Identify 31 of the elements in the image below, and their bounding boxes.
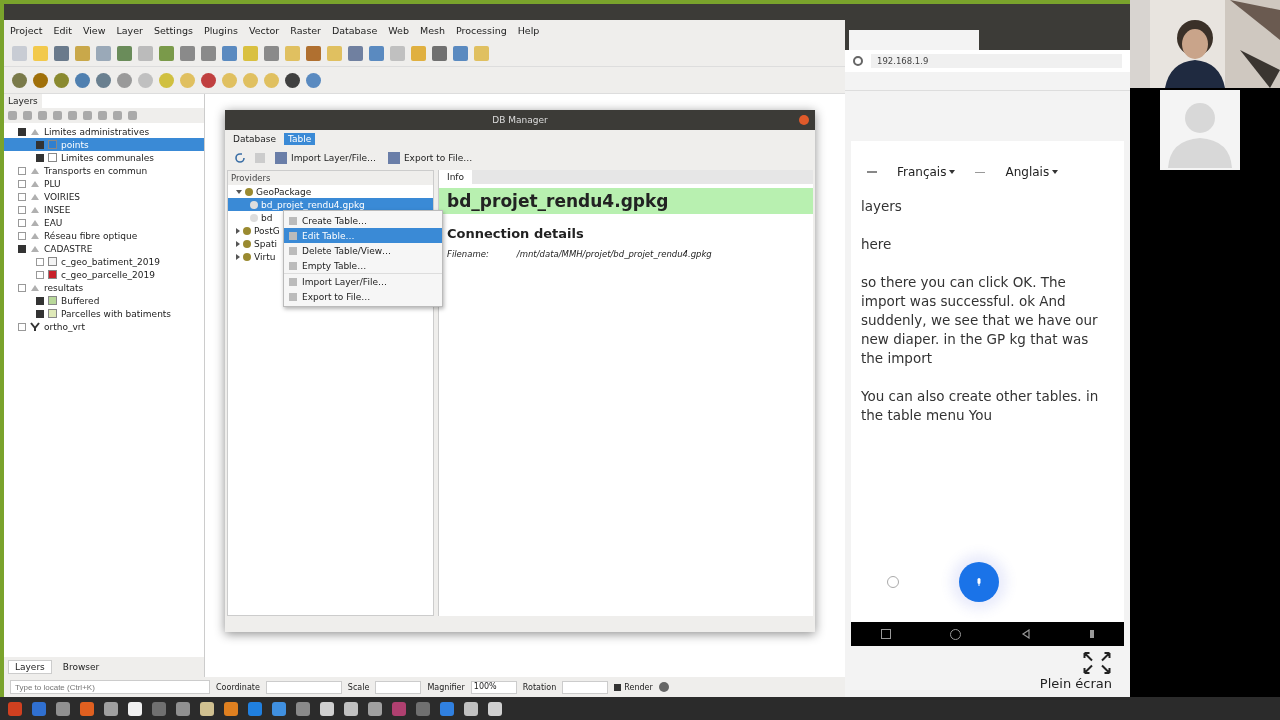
status-label: Magnifier: [427, 682, 465, 692]
layer-label: PLU: [44, 178, 61, 189]
layer-label: Limites communales: [61, 152, 155, 163]
window-title: DB Manager: [492, 115, 548, 125]
status-label: Rotation: [522, 682, 557, 692]
status-label: Coordinate: [216, 682, 260, 692]
panel-label: Providers: [228, 171, 433, 185]
layer-label: Buffered: [61, 295, 100, 306]
info-heading: bd_projet_rendu4.gpkg: [439, 188, 813, 214]
layer-label: points: [61, 139, 89, 150]
layer-label: CADASTRE: [44, 243, 93, 254]
layer-label: Limites administratives: [44, 126, 150, 137]
transcript-text: so there you can click OK. The import was successful. ok And suddenly, we see that we have our new diaper. in the GP kg that was the import: [861, 273, 1099, 368]
layer-label: Réseau fibre optique: [44, 230, 138, 241]
layer-label: VOIRIES: [44, 191, 81, 202]
status-label: Scale: [347, 682, 370, 692]
transcript-text: here: [861, 235, 893, 254]
panel-title: Layers: [4, 94, 42, 108]
layer-label: c_geo_parcelle_2019: [61, 269, 155, 280]
layer-label: EAU: [44, 217, 63, 228]
layer-label: resultats: [44, 282, 84, 293]
field-label: Filename:: [447, 249, 489, 259]
layer-label: ortho_vrt: [44, 321, 85, 332]
layer-label: Parcelles with batiments: [61, 308, 172, 319]
section-heading: Connection details: [446, 225, 585, 243]
layer-label: c_geo_batiment_2019: [61, 256, 160, 267]
layer-label: Transports en commun: [44, 165, 148, 176]
transcript-text: layers: [861, 197, 903, 216]
transcript-text: You can also create other tables. in the table menu You: [861, 387, 1100, 425]
field-value: /mnt/data/MMH/projet/bd_projet_rendu4.gpkg: [516, 249, 712, 259]
layer-label: INSEE: [44, 204, 71, 215]
